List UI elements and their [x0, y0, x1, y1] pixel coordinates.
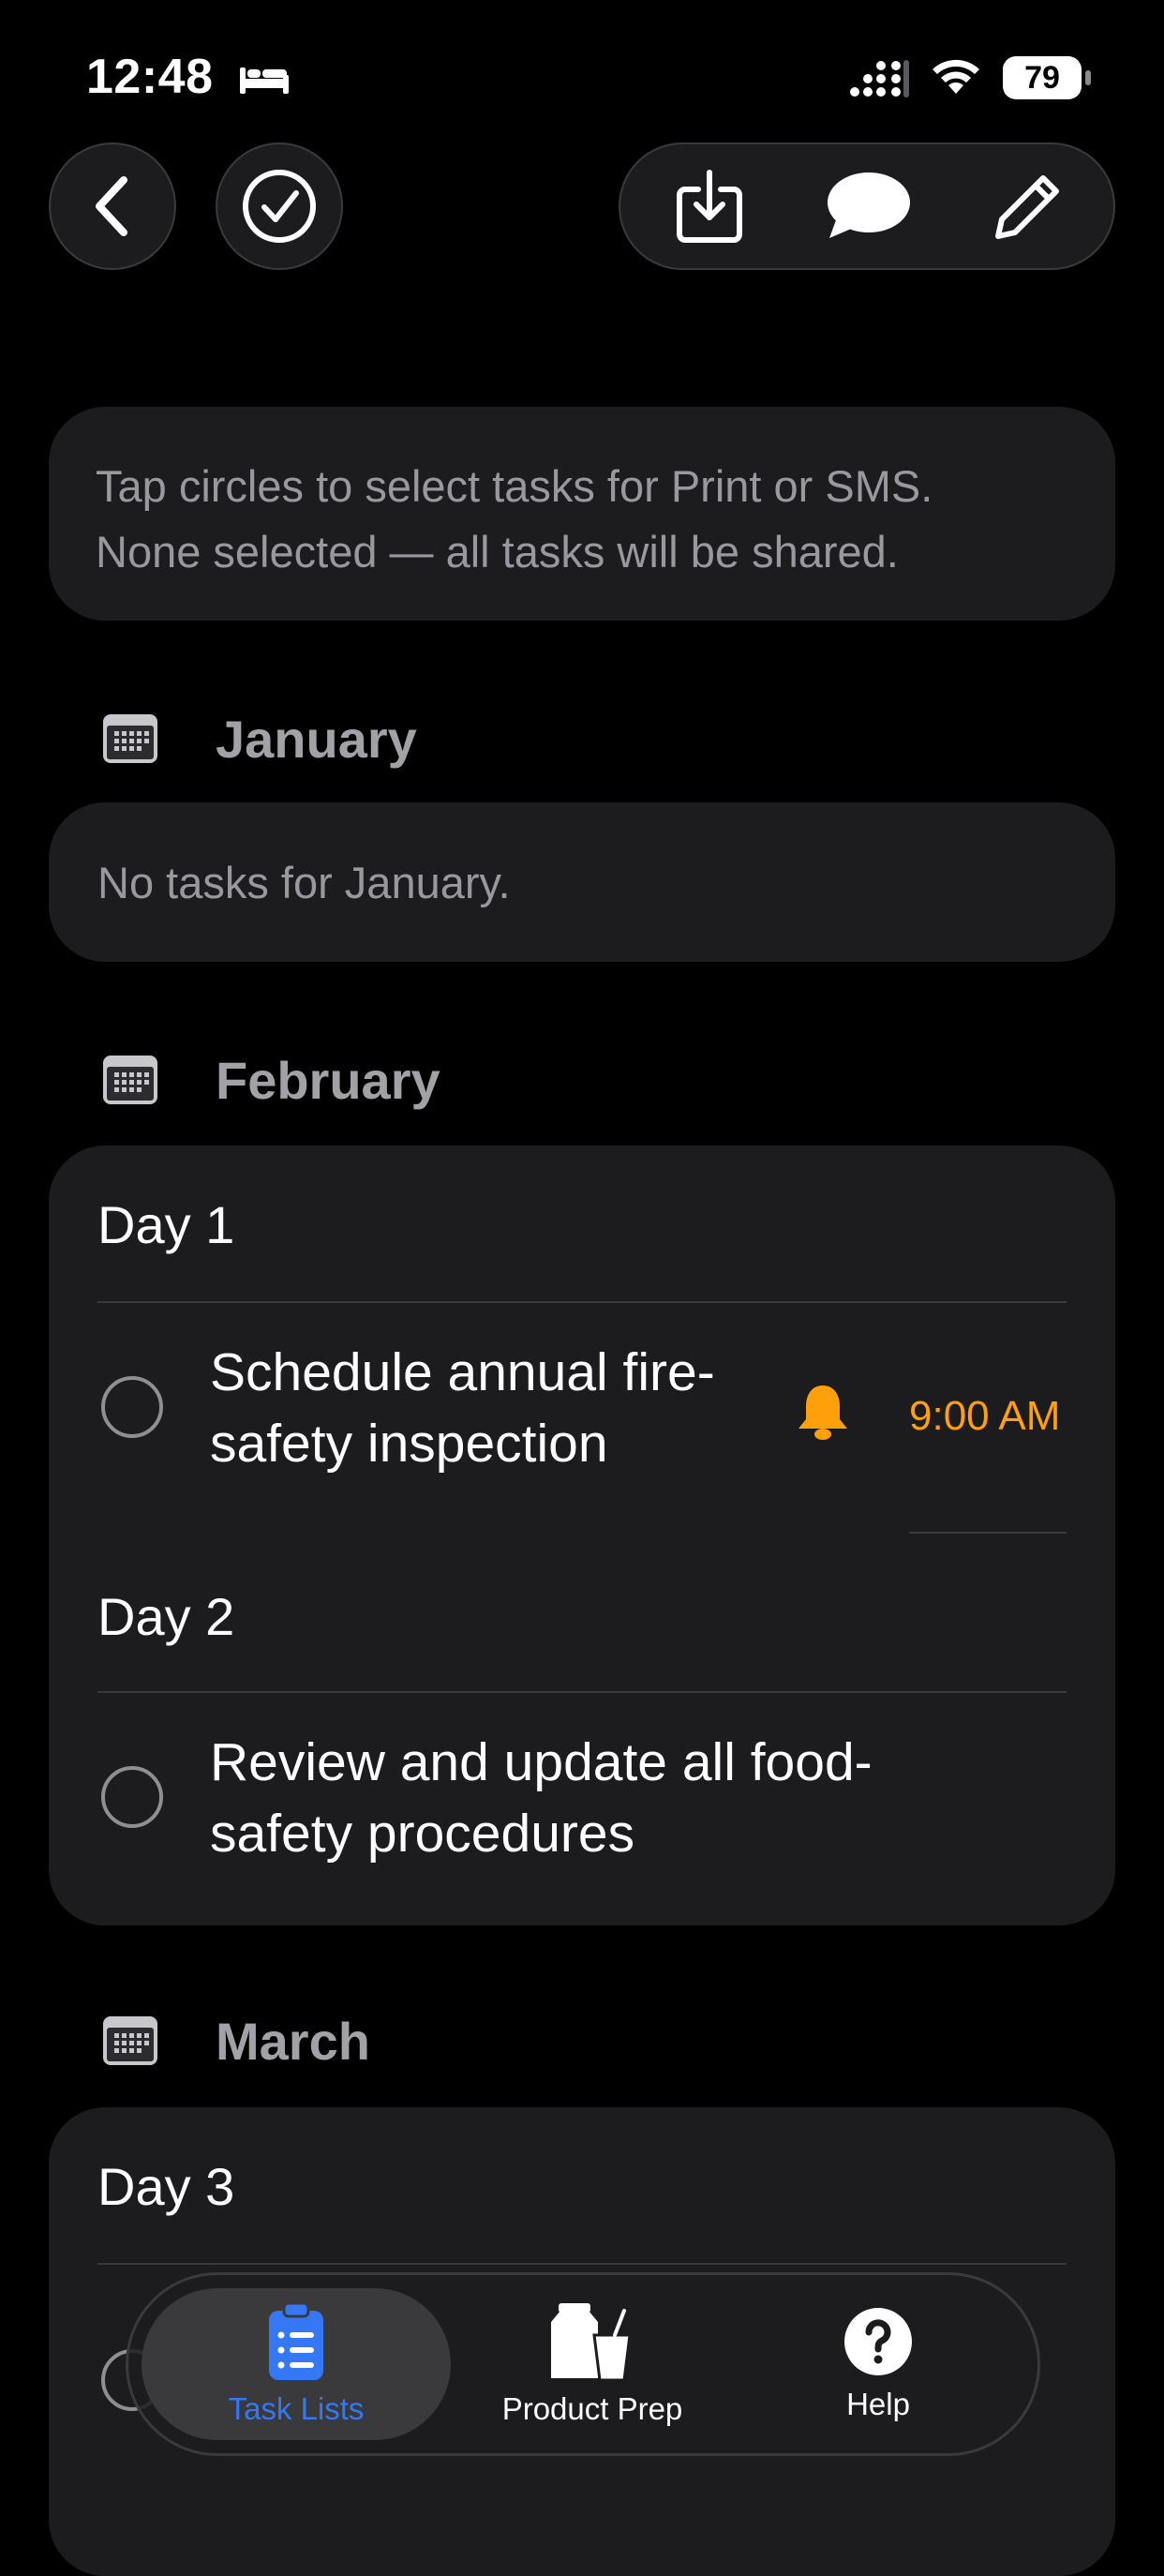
- info-text-line-1: Tap circles to select tasks for Print or…: [96, 461, 933, 511]
- month-title: January: [216, 709, 417, 769]
- february-task-card: Day 1 Schedule annual fire- safety inspe…: [49, 1146, 1115, 1925]
- clipboard-list-icon: [269, 2301, 323, 2380]
- battery-level: 79: [1003, 56, 1082, 99]
- checkmark-circle-icon: [243, 170, 316, 243]
- pencil-icon: [995, 175, 1059, 239]
- month-title: February: [216, 1050, 440, 1110]
- task-row[interactable]: Schedule annual fire- safety inspection …: [49, 1303, 1115, 1528]
- task-select-circle[interactable]: [101, 1376, 163, 1438]
- task-row[interactable]: Review and update all food- safety proce…: [49, 1693, 1115, 1918]
- battery-indicator: 79: [1003, 56, 1093, 99]
- download-button[interactable]: [639, 144, 780, 268]
- january-empty-card: No tasks for January.: [49, 802, 1115, 962]
- question-circle-icon: [844, 2308, 912, 2375]
- task-title-line-2: safety inspection: [210, 1414, 608, 1474]
- wifi-icon: [933, 59, 979, 94]
- tab-label: Task Lists: [228, 2391, 365, 2426]
- calendar-icon: [103, 1056, 157, 1104]
- message-button[interactable]: [798, 144, 939, 268]
- food-container-icon: [551, 2303, 632, 2382]
- calendar-icon: [103, 2016, 157, 2065]
- bell-icon: [798, 1385, 847, 1440]
- message-bubble-icon: [828, 172, 910, 238]
- calendar-icon: [103, 714, 157, 763]
- month-header-january: January: [101, 706, 417, 771]
- tab-task-lists[interactable]: Task Lists: [142, 2275, 451, 2453]
- chevron-left-icon: [96, 176, 127, 236]
- tab-label: Product Prep: [501, 2391, 683, 2426]
- empty-state-text: No tasks for January.: [97, 857, 511, 907]
- task-title-line-1: Review and update all food-: [210, 1732, 873, 1792]
- tab-help[interactable]: Help: [738, 2275, 1019, 2453]
- divider: [97, 2263, 1067, 2265]
- month-header-march: March: [101, 2008, 370, 2074]
- task-title-line-1: Schedule annual fire-: [210, 1342, 715, 1402]
- action-button-group: [619, 142, 1115, 270]
- status-time: 12:48: [86, 50, 214, 104]
- info-text-line-2: None selected — all tasks will be shared…: [96, 527, 899, 577]
- day-label: Day 3: [97, 2157, 235, 2216]
- day-label: Day 2: [97, 1587, 235, 1646]
- task-alarm-time: 9:00 AM: [909, 1393, 1061, 1439]
- day-label: Day 1: [97, 1195, 235, 1254]
- tab-product-prep[interactable]: Product Prep: [456, 2275, 728, 2453]
- back-button[interactable]: [49, 142, 176, 270]
- cellular-signal-icon: [850, 60, 909, 97]
- task-title-line-2: safety procedures: [210, 1804, 635, 1864]
- download-icon: [677, 170, 742, 243]
- edit-button[interactable]: [958, 144, 1098, 268]
- month-title: March: [216, 2011, 370, 2071]
- tab-bar: Task Lists Product Prep Help: [126, 2272, 1040, 2456]
- bed-icon: [240, 67, 289, 94]
- task-select-circle[interactable]: [101, 1766, 163, 1828]
- month-header-february: February: [101, 1047, 440, 1113]
- info-banner: Tap circles to select tasks for Print or…: [49, 407, 1115, 621]
- divider: [909, 1532, 1067, 1534]
- tab-label: Help: [846, 2387, 910, 2421]
- select-mode-button[interactable]: [216, 142, 343, 270]
